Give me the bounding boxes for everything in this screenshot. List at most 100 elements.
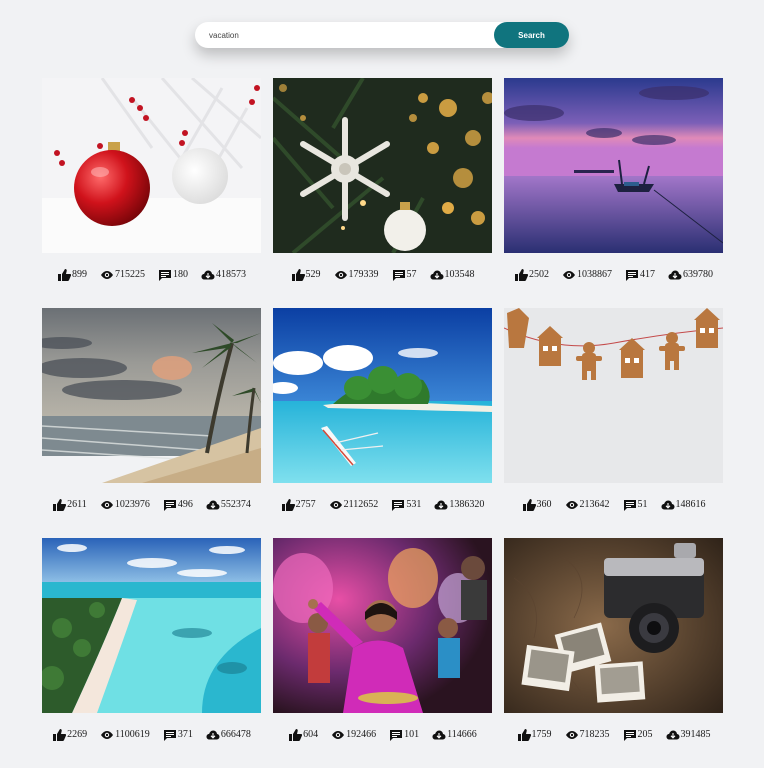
cloud-download-icon [206, 500, 220, 509]
holi-festival-woman-image [273, 538, 492, 713]
cloud-download-icon [432, 730, 446, 739]
likes-count: 899 [72, 269, 87, 280]
cloud-download-icon [206, 730, 220, 739]
search-button[interactable]: Search [494, 22, 569, 48]
cloud-download-icon [201, 270, 215, 279]
likes-count: 1759 [531, 729, 552, 740]
likes-stat[interactable]: 2611 [52, 498, 87, 511]
likes-count: 2269 [67, 729, 88, 740]
views-stat[interactable]: 715225 [100, 269, 145, 281]
comments-count: 417 [640, 269, 655, 280]
likes-stat[interactable]: 2269 [52, 728, 88, 741]
thumbs-up-icon [289, 728, 303, 741]
views-stat[interactable]: 1038867 [562, 269, 612, 281]
likes-count: 2502 [529, 269, 549, 280]
gallery-image[interactable] [42, 308, 261, 483]
eye-icon [101, 270, 113, 279]
comments-stat[interactable]: 417 [625, 269, 655, 281]
comments-stat[interactable]: 371 [163, 729, 193, 741]
downloads-count: 418573 [216, 269, 246, 280]
likes-stat[interactable]: 899 [57, 268, 87, 281]
views-stat[interactable]: 1100619 [100, 729, 150, 741]
eye-icon [101, 730, 114, 739]
downloads-count: 114666 [447, 729, 477, 740]
comments-stat[interactable]: 531 [391, 499, 421, 511]
comments-stat[interactable]: 180 [158, 269, 188, 281]
downloads-stat[interactable]: 114666 [432, 729, 477, 741]
gallery-image[interactable] [42, 78, 261, 253]
image-card: 2611 1023976 496 552374 [42, 308, 261, 538]
downloads-stat[interactable]: 1386320 [434, 499, 484, 511]
views-stat[interactable]: 179339 [334, 269, 379, 281]
comments-count: 531 [406, 499, 422, 510]
image-stats: 2611 1023976 496 552374 [42, 483, 261, 538]
downloads-stat[interactable]: 418573 [201, 269, 246, 281]
image-gallery: 899 715225 180 418573 529 179339 57 1035… [42, 78, 723, 768]
eye-icon [565, 730, 578, 739]
downloads-stat[interactable]: 103548 [430, 269, 475, 281]
downloads-stat[interactable]: 148616 [661, 499, 706, 511]
comments-count: 205 [637, 729, 653, 740]
comments-stat[interactable]: 101 [389, 729, 419, 741]
comments-stat[interactable]: 57 [392, 269, 417, 281]
thumbs-up-icon [53, 728, 67, 741]
views-count: 1100619 [115, 729, 150, 740]
image-card: 899 715225 180 418573 [42, 78, 261, 308]
likes-stat[interactable]: 529 [291, 268, 321, 281]
cloud-download-icon [434, 500, 448, 509]
eye-icon [100, 500, 113, 509]
views-stat[interactable]: 2112652 [329, 499, 378, 511]
gallery-image[interactable] [504, 308, 723, 483]
comments-stat[interactable]: 205 [623, 729, 653, 741]
comments-stat[interactable]: 51 [623, 499, 648, 511]
thumbs-up-icon [517, 728, 531, 741]
gallery-image[interactable] [504, 78, 723, 253]
downloads-stat[interactable]: 666478 [206, 729, 251, 741]
comment-icon [390, 729, 403, 741]
comments-count: 101 [404, 729, 420, 740]
snowflake-ornament-tree-image [273, 78, 492, 253]
downloads-stat[interactable]: 552374 [206, 499, 251, 511]
stormy-beach-palms-image [42, 308, 261, 483]
gallery-image[interactable] [273, 308, 492, 483]
search-input[interactable] [195, 22, 493, 48]
likes-stat[interactable]: 2757 [281, 498, 316, 511]
image-card: 604 192466 101 114666 [273, 538, 492, 768]
eye-icon [334, 270, 347, 279]
likes-count: 360 [536, 499, 552, 510]
downloads-count: 552374 [220, 499, 251, 510]
image-stats: 529 179339 57 103548 [273, 253, 492, 308]
eye-icon [565, 500, 578, 509]
comments-count: 57 [406, 269, 417, 280]
cloud-download-icon [668, 270, 682, 279]
gallery-image[interactable] [273, 78, 492, 253]
cloud-download-icon [430, 270, 443, 279]
downloads-count: 1386320 [449, 499, 485, 510]
eye-icon [563, 270, 575, 279]
likes-stat[interactable]: 604 [288, 728, 318, 741]
gallery-image[interactable] [504, 538, 723, 713]
likes-stat[interactable]: 360 [522, 498, 552, 511]
thumbs-up-icon [281, 498, 295, 511]
downloads-stat[interactable]: 639780 [668, 269, 713, 281]
views-count: 213642 [579, 499, 610, 510]
comments-count: 371 [177, 729, 193, 740]
image-stats: 2269 1100619 371 666478 [42, 713, 261, 768]
views-stat[interactable]: 718235 [565, 729, 610, 741]
gallery-image[interactable] [273, 538, 492, 713]
views-count: 1023976 [114, 499, 150, 510]
views-stat[interactable]: 1023976 [100, 499, 150, 511]
comments-stat[interactable]: 496 [163, 499, 193, 511]
gallery-image[interactable] [42, 538, 261, 713]
views-stat[interactable]: 192466 [331, 729, 376, 741]
downloads-count: 666478 [220, 729, 251, 740]
thumbs-up-icon [53, 498, 67, 511]
views-stat[interactable]: 213642 [565, 499, 610, 511]
comment-icon [392, 499, 405, 511]
likes-stat[interactable]: 1759 [517, 728, 552, 741]
thumbs-up-icon [515, 268, 528, 281]
downloads-stat[interactable]: 391485 [666, 729, 711, 741]
cloud-download-icon [666, 730, 679, 739]
likes-count: 529 [305, 269, 321, 280]
likes-stat[interactable]: 2502 [514, 268, 549, 281]
